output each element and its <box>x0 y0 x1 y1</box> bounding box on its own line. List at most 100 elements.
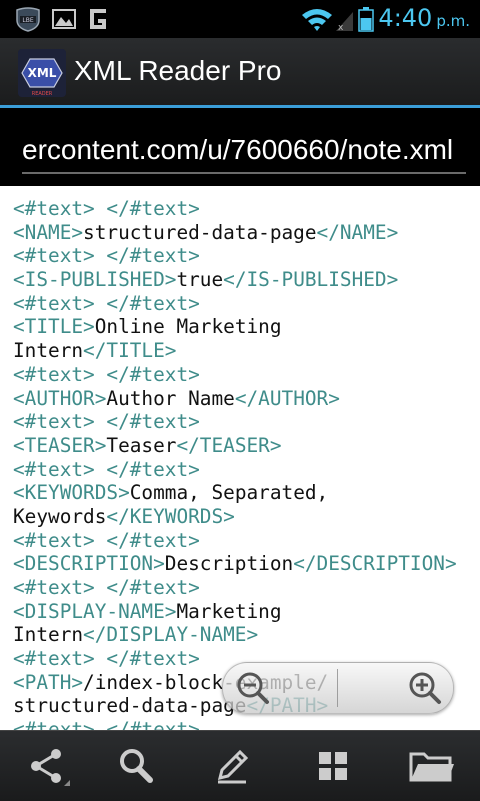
action-bar: XML READER XML Reader Pro <box>0 38 480 108</box>
svg-text:x: x <box>338 23 344 32</box>
app-logo-icon: XML READER <box>18 49 66 97</box>
xml-tag: </#text> <box>106 647 200 671</box>
xml-text <box>95 244 107 267</box>
xml-tag: <AUTHOR> <box>13 386 107 410</box>
xml-line: <#text> </#text> <box>13 718 457 730</box>
status-bar: LBE x 4:40 p.m. <box>0 0 480 38</box>
bottom-action-bar <box>0 730 480 801</box>
xml-tag: </AUTHOR> <box>234 386 340 410</box>
xml-tag: </KEYWORDS> <box>106 504 235 528</box>
status-time: 4:40 p.m. <box>378 4 470 32</box>
xml-tag: <TEASER> <box>13 433 107 457</box>
xml-line: <DISPLAY-NAME>Marketing <box>13 600 457 624</box>
url-input[interactable] <box>22 126 466 174</box>
xml-line: <#text> </#text> <box>13 410 457 434</box>
xml-tag: <KEYWORDS> <box>13 481 130 505</box>
xml-text <box>95 458 107 481</box>
xml-tag: </#text> <box>106 244 200 268</box>
xml-text: Intern <box>13 339 84 363</box>
grid-icon <box>319 752 347 780</box>
xml-tag: <NAME> <box>13 220 84 244</box>
xml-tag: <#text> <box>13 291 95 315</box>
xml-line: <DESCRIPTION>Description</DESCRIPTION> <box>13 552 457 576</box>
search-icon <box>120 749 153 783</box>
xml-tag: <IS-PUBLISHED> <box>13 268 177 292</box>
folder-icon <box>409 752 454 782</box>
battery-icon <box>358 7 374 32</box>
xml-tag: </#text> <box>106 197 200 220</box>
xml-tag: <TITLE> <box>13 315 95 339</box>
xml-tag: <PATH> <box>13 670 84 694</box>
share-button[interactable] <box>0 731 96 801</box>
xml-line: <TITLE>Online Marketing <box>13 315 457 339</box>
xml-line: <#text> </#text> <box>13 529 457 553</box>
xml-tag: </TEASER> <box>176 433 282 457</box>
xml-line: <#text> </#text> <box>13 244 457 268</box>
xml-tag: </#text> <box>106 291 200 315</box>
zoom-divider <box>337 669 338 707</box>
zoom-out-icon <box>237 672 269 704</box>
xml-tag: <#text> <box>13 244 95 268</box>
xml-text <box>95 647 107 670</box>
xml-lines: <#text> </#text> <NAME>structured-data-pa… <box>13 197 457 730</box>
xml-line: Keywords</KEYWORDS> <box>13 505 457 529</box>
wifi-icon <box>302 9 332 31</box>
xml-text <box>95 292 107 315</box>
xml-text: Keywords <box>13 504 107 528</box>
xml-tag: </TITLE> <box>83 339 177 363</box>
xml-line: <#text> </#text> <box>13 292 457 316</box>
xml-text: Teaser <box>106 433 177 457</box>
xml-tag: </DESCRIPTION> <box>293 552 457 576</box>
xml-text: Author Name <box>106 386 235 410</box>
share-icon <box>31 749 70 786</box>
zoom-out-button[interactable] <box>235 670 271 706</box>
signal-icon: x <box>336 12 353 32</box>
xml-tag: </#text> <box>106 718 200 730</box>
xml-line: <IS-PUBLISHED>true</IS-PUBLISHED> <box>13 268 457 292</box>
app-logo[interactable]: XML READER <box>18 49 66 97</box>
edit-icon <box>217 749 249 784</box>
xml-tag: <#text> <box>13 457 95 481</box>
xml-text <box>95 197 107 220</box>
svg-text:LBE: LBE <box>22 17 33 24</box>
url-row <box>0 108 480 186</box>
status-time-ampm: p.m. <box>436 12 470 30</box>
xml-text <box>95 363 107 386</box>
xml-line: <#text> </#text> <box>13 458 457 482</box>
xml-line: <TEASER>Teaser</TEASER> <box>13 434 457 458</box>
search-button[interactable] <box>88 731 184 801</box>
xml-tag: </DISPLAY-NAME> <box>83 623 259 647</box>
edit-button[interactable] <box>184 731 280 801</box>
folder-button[interactable] <box>384 731 480 801</box>
xml-tag: <#text> <box>13 362 95 386</box>
xml-line: <#text> </#text> <box>13 576 457 600</box>
zoom-in-button[interactable] <box>407 670 443 706</box>
xml-tag: </#text> <box>106 362 200 386</box>
xml-line: <#text> </#text> <box>13 363 457 387</box>
xml-text: Description <box>164 552 294 576</box>
xml-tag: </#text> <box>106 410 200 434</box>
xml-text <box>95 576 107 599</box>
xml-tag: <DISPLAY-NAME> <box>13 599 177 623</box>
xml-text: Marketing <box>176 599 282 623</box>
xml-text: Online Marketing <box>94 315 282 339</box>
xml-text <box>95 410 107 433</box>
xml-tag: <#text> <box>13 576 95 599</box>
xml-tag: <#text> <box>13 410 95 434</box>
grid-button[interactable] <box>285 731 381 801</box>
zoom-in-icon <box>409 672 441 704</box>
xml-tag: <DESCRIPTION> <box>13 552 165 576</box>
xml-tag: </#text> <box>106 576 200 599</box>
xml-line: Intern</TITLE> <box>13 339 457 363</box>
xml-line: <AUTHOR>Author Name</AUTHOR> <box>13 387 457 411</box>
g-app-icon <box>90 9 106 29</box>
app-logo-text: XML <box>28 66 57 80</box>
xml-tag: <#text> <box>13 528 95 552</box>
app-title: XML Reader Pro <box>74 55 282 86</box>
xml-line: <NAME>structured-data-page</NAME> <box>13 221 457 245</box>
xml-text <box>95 718 107 730</box>
xml-tag: <#text> <box>13 718 95 730</box>
xml-tag: </IS-PUBLISHED> <box>223 268 399 292</box>
xml-content-view[interactable]: <#text> </#text> <NAME>structured-data-pa… <box>0 186 480 730</box>
xml-tag: </NAME> <box>316 220 399 244</box>
